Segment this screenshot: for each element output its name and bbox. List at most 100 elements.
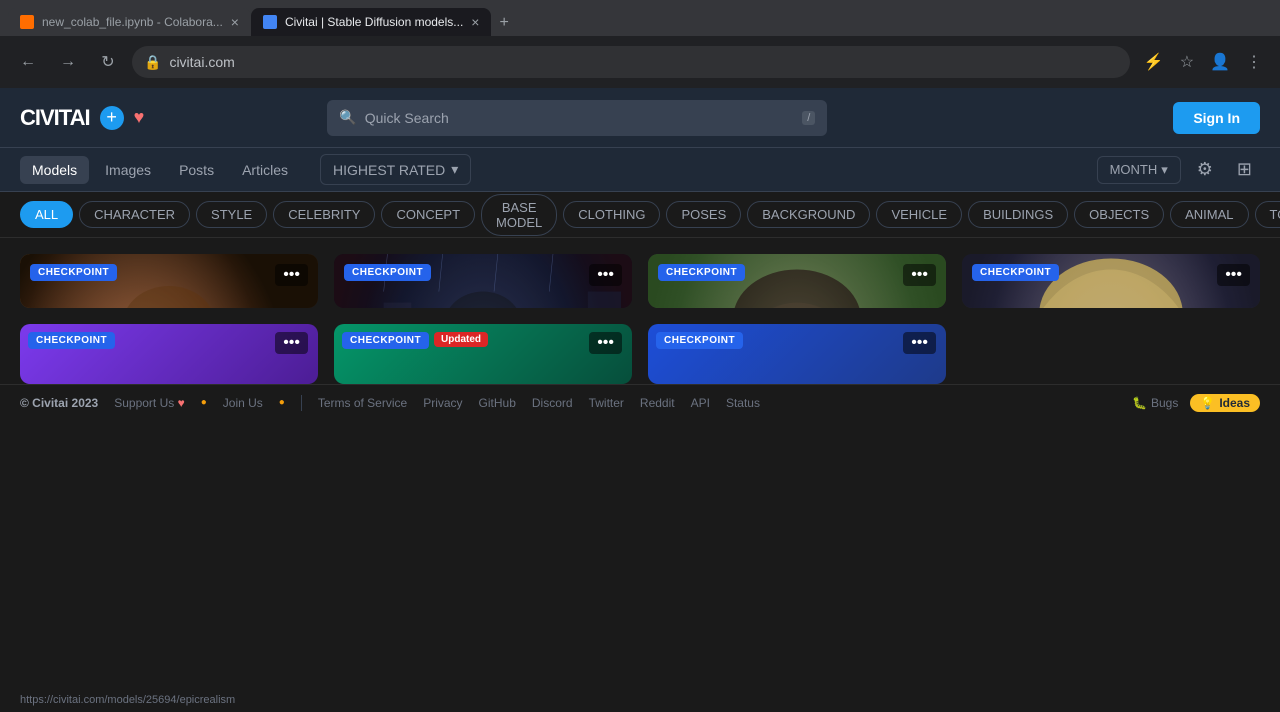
forward-button[interactable]: → [52,46,84,78]
cat-pill-clothing[interactable]: CLOTHING [563,201,660,228]
tab-1[interactable]: new_colab_file.ipynb - Colabora... × [8,8,251,36]
card-xxmix[interactable]: CHECKPOINT ••• XXMix_9realistic ★★★★★ 19… [962,254,1260,308]
refresh-button[interactable]: ↻ [92,46,124,78]
footer-support[interactable]: Support Us ♥ [114,396,185,410]
bottom-card-menu-1[interactable]: ••• [275,332,308,354]
footer-api[interactable]: API [691,396,710,410]
cat-pill-poses[interactable]: POSES [666,201,741,228]
card-menu-4[interactable]: ••• [1217,264,1250,286]
updated-badge: Updated [434,332,488,347]
cat-pill-objects[interactable]: OBJECTS [1074,201,1164,228]
card-epicrealism[interactable]: CHECKPOINT ••• epiCRealism ★★★★★ 305 ♥ 3… [648,254,946,308]
ideas-button[interactable]: 💡 Ideas [1190,394,1260,412]
bottom-card-menu-3[interactable]: ••• [903,332,936,354]
nav-tab-models[interactable]: Models [20,156,89,184]
footer-discord[interactable]: Discord [532,396,573,410]
card-image-3 [648,254,946,308]
bugs-button[interactable]: 🐛 Bugs [1132,394,1178,412]
logo-heart-icon[interactable]: ♥ [134,107,145,128]
footer-join[interactable]: Join Us [223,396,263,410]
footer-github[interactable]: GitHub [479,396,516,410]
card-badge-1: CHECKPOINT [30,264,117,281]
tab-close-1[interactable]: × [231,14,239,30]
cat-pill-tool[interactable]: TOOL [1255,201,1280,228]
card-menu-1[interactable]: ••• [275,264,308,286]
bottom-card-2[interactable]: CHECKPOINT Updated ••• [334,324,632,384]
more-button[interactable]: ⋮ [1240,46,1268,78]
cat-pill-animal[interactable]: ANIMAL [1170,201,1248,228]
filter-button[interactable]: ⚙ [1189,155,1221,184]
profile-button[interactable]: 👤 [1204,46,1236,78]
nav-row: Models Images Posts Articles HIGHEST RAT… [0,148,1280,192]
bulb-icon: 💡 [1200,396,1215,410]
right-controls: MONTH ▾ ⚙ ⊞ [1097,155,1260,184]
address-text: civitai.com [169,54,234,70]
tab-bar: new_colab_file.ipynb - Colabora... × Civ… [0,0,1280,36]
bottom-card-1[interactable]: CHECKPOINT ••• [20,324,318,384]
cat-pill-background[interactable]: BACKGROUND [747,201,870,228]
card-dreamshaper[interactable]: CHECKPOINT ••• DreamShaper ★★★★★ 225 ♥ 2… [20,254,318,308]
bottom-badge-1: CHECKPOINT [28,332,115,349]
card-menu-3[interactable]: ••• [903,264,936,286]
footer: © Civitai 2023 Support Us ♥ ● Join Us ● … [0,384,1280,420]
nav-tab-posts[interactable]: Posts [167,156,226,184]
card-badge-4: CHECKPOINT [972,264,1059,281]
tab-close-2[interactable]: × [471,14,479,30]
bottom-card-row: CHECKPOINT ••• CHECKPOINT Updated ••• CH… [0,324,1280,384]
footer-status[interactable]: Status [726,396,760,410]
app: CIVITAI + ♥ 🔍 Quick Search / Sign In Mod… [0,88,1280,688]
logo-add-button[interactable]: + [100,106,124,130]
footer-copyright: © Civitai 2023 [20,396,98,410]
search-shortcut: / [802,111,815,125]
cat-pill-all[interactable]: ALL [20,201,73,228]
footer-twitter[interactable]: Twitter [589,396,624,410]
support-badge: ● [201,397,207,408]
cat-pill-celebrity[interactable]: CELEBRITY [273,201,375,228]
card-badge-3: CHECKPOINT [658,264,745,281]
status-bar: https://civitai.com/models/25694/epicrea… [0,688,1280,712]
period-chevron-icon: ▾ [1161,162,1168,178]
sort-button[interactable]: HIGHEST RATED ▾ [320,154,471,185]
logo-area: CIVITAI + ♥ [20,105,144,131]
cat-pill-base-model[interactable]: BASE MODEL [481,194,557,236]
card-image-1 [20,254,318,308]
back-button[interactable]: ← [12,46,44,78]
footer-privacy[interactable]: Privacy [423,396,462,410]
browser-actions: ⚡ ☆ 👤 ⋮ [1138,46,1268,78]
grid-layout-button[interactable]: ⊞ [1229,155,1260,184]
extensions-button[interactable]: ⚡ [1138,46,1170,78]
footer-tos[interactable]: Terms of Service [318,396,407,410]
card-menu-2[interactable]: ••• [589,264,622,286]
footer-divider [301,395,302,411]
join-badge: ● [279,397,285,408]
cat-pill-style[interactable]: STYLE [196,201,267,228]
card-badge-2: CHECKPOINT [344,264,431,281]
address-bar-row: ← → ↻ 🔒 civitai.com ⚡ ☆ 👤 ⋮ [0,36,1280,88]
bottom-card-empty [962,324,1260,384]
status-url: https://civitai.com/models/25694/epicrea… [20,694,235,706]
cat-pill-buildings[interactable]: BUILDINGS [968,201,1068,228]
footer-reddit[interactable]: Reddit [640,396,675,410]
heart-icon-footer: ♥ [178,396,185,410]
period-button[interactable]: MONTH ▾ [1097,156,1181,184]
browser-chrome: new_colab_file.ipynb - Colabora... × Civ… [0,0,1280,88]
cat-pill-concept[interactable]: CONCEPT [381,201,475,228]
nav-tab-images[interactable]: Images [93,156,163,184]
sort-label: HIGHEST RATED [333,162,445,178]
card-cetus-mix[interactable]: CHECKPOINT ••• Cetus-Mix ★★★★★ 225 ♥ 2.7… [334,254,632,308]
bottom-card-3[interactable]: CHECKPOINT ••• [648,324,946,384]
bottom-badge-2: CHECKPOINT [342,332,429,349]
cat-pill-vehicle[interactable]: VEHICLE [876,201,962,228]
address-bar[interactable]: 🔒 civitai.com [132,46,1130,78]
search-bar[interactable]: 🔍 Quick Search / [327,100,827,136]
new-tab-button[interactable]: + [491,10,516,36]
search-icon: 🔍 [339,109,356,126]
bookmark-button[interactable]: ☆ [1174,46,1200,78]
bug-icon: 🐛 [1132,396,1147,410]
sign-in-button[interactable]: Sign In [1173,102,1260,134]
cat-pill-character[interactable]: CHARACTER [79,201,190,228]
search-placeholder: Quick Search [365,110,795,126]
bottom-card-menu-2[interactable]: ••• [589,332,622,354]
tab-2[interactable]: Civitai | Stable Diffusion models... × [251,8,492,36]
nav-tab-articles[interactable]: Articles [230,156,300,184]
